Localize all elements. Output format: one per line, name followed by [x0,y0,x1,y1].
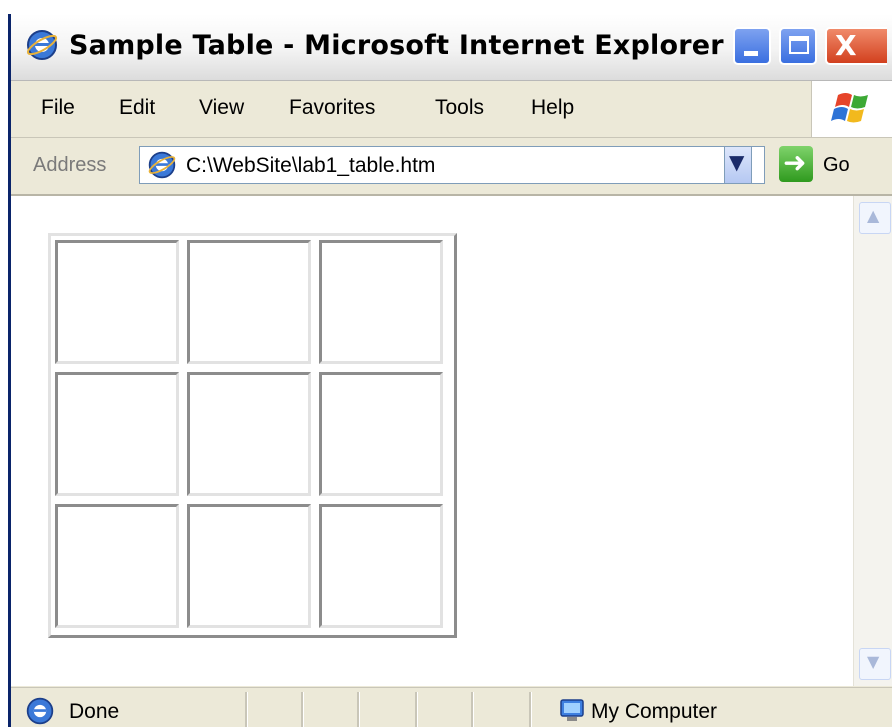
menu-edit[interactable]: Edit [119,96,155,120]
close-button[interactable]: X [825,27,887,65]
window-title: Sample Table - Microsoft Internet Explor… [69,30,724,61]
status-separator [357,692,360,727]
menu-help[interactable]: Help [531,96,574,120]
browser-window: Sample Table - Microsoft Internet Explor… [8,14,892,727]
menu-tools[interactable]: Tools [435,96,484,120]
status-separator [529,692,532,727]
scroll-down-icon: ▼ [867,652,880,671]
address-bar: Address C:\WebSite\lab1_table.htm ▼ ➜ Go [11,138,892,196]
maximize-icon [789,36,809,54]
address-dropdown-button[interactable]: ▼ [724,146,752,184]
title-bar[interactable]: Sample Table - Microsoft Internet Explor… [11,14,892,81]
windows-logo [811,81,892,137]
table-cell-r1c2 [187,240,311,364]
my-computer-icon [560,699,584,721]
address-label: Address [33,154,107,176]
table-cell-r2c3 [319,372,443,496]
table-cell-r3c2 [187,504,311,628]
close-icon: X [835,29,857,62]
address-input[interactable]: C:\WebSite\lab1_table.htm [139,146,765,184]
scroll-down-button[interactable]: ▼ [859,648,891,680]
maximize-button[interactable] [779,27,817,65]
dropdown-arrow-icon: ▼ [729,150,745,174]
status-ie-icon [26,697,54,725]
security-zone-text: My Computer [591,700,718,723]
status-separator [471,692,474,727]
windows-logo-icon [831,93,868,123]
table-cell-r3c3 [319,504,443,628]
table-cell-r2c1 [55,372,179,496]
page-ie-icon [148,151,176,179]
page-content [11,196,853,686]
table-cell-r1c3 [319,240,443,364]
status-text: Done [69,700,120,723]
ie-logo-icon [26,30,58,60]
menu-bar: File Edit View Favorites Tools Help [11,81,892,138]
menu-file[interactable]: File [41,96,75,120]
go-label[interactable]: Go [823,154,850,177]
address-url: C:\WebSite\lab1_table.htm [186,154,436,177]
vertical-scrollbar[interactable]: ▲ ▼ [853,196,892,686]
status-separator [245,692,248,727]
table-cell-r2c2 [187,372,311,496]
scroll-up-icon: ▲ [867,206,880,225]
go-arrow-icon: ➜ [783,146,807,179]
menu-favorites[interactable]: Favorites [289,96,375,120]
table-cell-r1c1 [55,240,179,364]
status-bar: Done My Computer [11,687,892,727]
minimize-icon [744,51,758,56]
status-separator [301,692,304,727]
go-button[interactable]: ➜ [779,146,813,182]
sample-table [48,233,457,638]
status-separator [415,692,418,727]
table-cell-r3c1 [55,504,179,628]
minimize-button[interactable] [733,27,771,65]
scroll-up-button[interactable]: ▲ [859,202,891,234]
menu-view[interactable]: View [199,96,244,120]
